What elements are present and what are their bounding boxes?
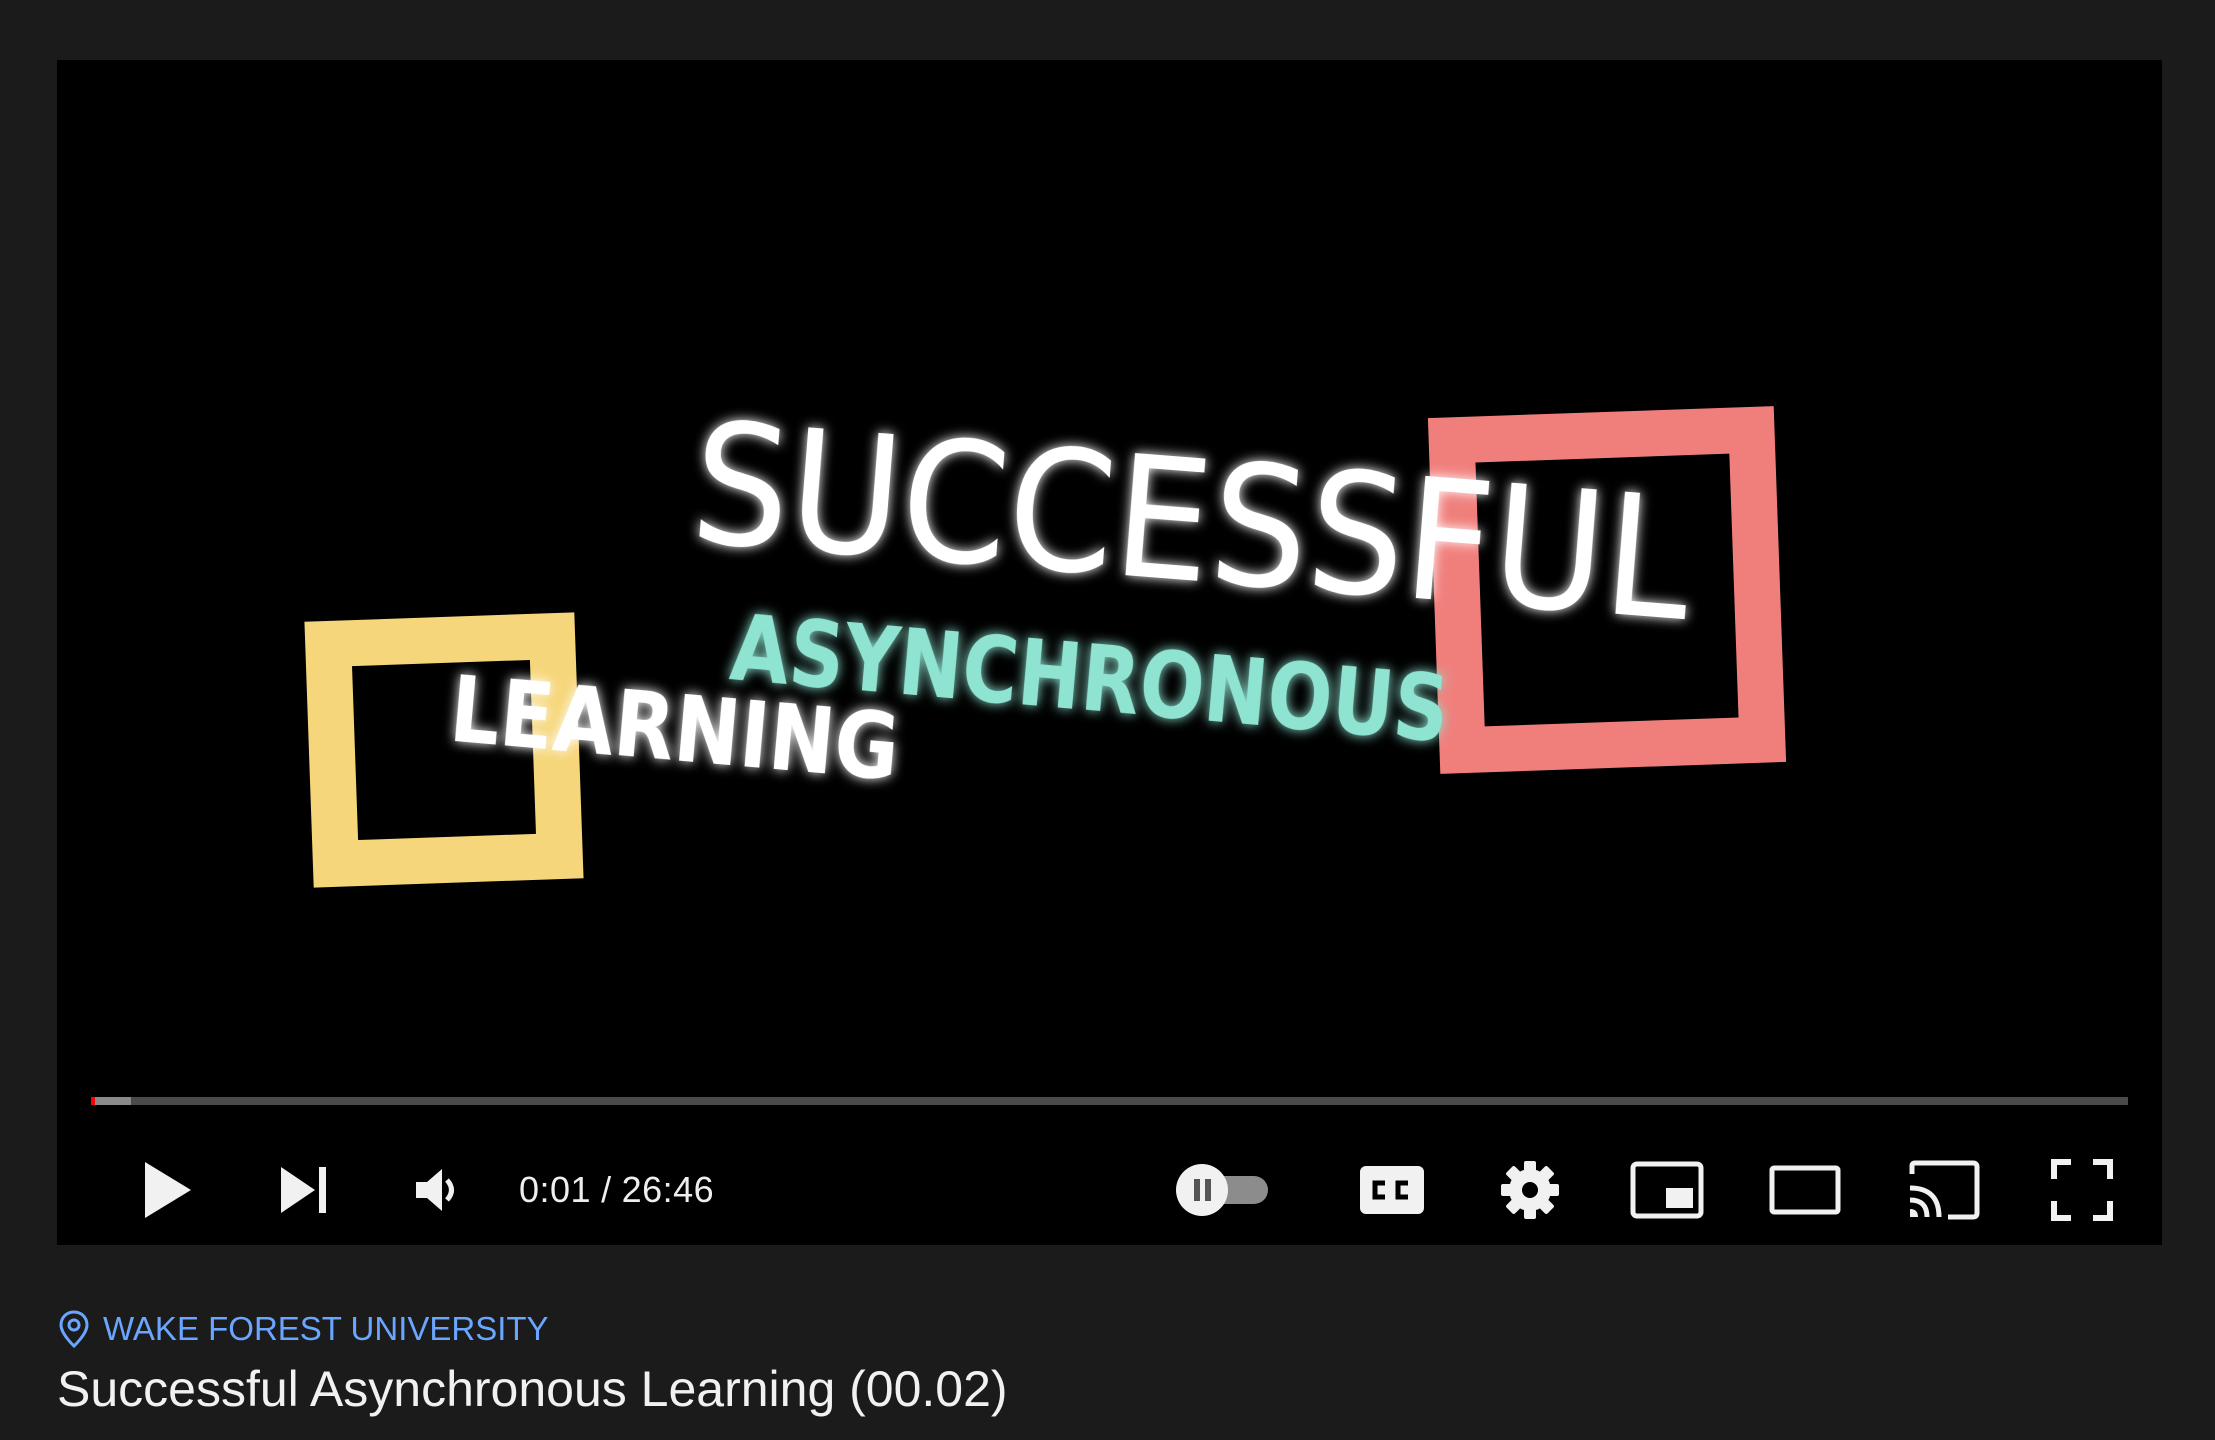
- video-info: WAKE FOREST UNIVERSITY Successful Asynch…: [57, 1300, 2157, 1418]
- settings-button[interactable]: [1485, 1150, 1575, 1230]
- miniplayer-icon: [1630, 1161, 1704, 1219]
- duration: 26:46: [621, 1169, 715, 1210]
- theater-icon: [1769, 1165, 1841, 1215]
- volume-button[interactable]: [397, 1150, 477, 1230]
- captions-icon: [1360, 1166, 1424, 1214]
- location-link[interactable]: WAKE FOREST UNIVERSITY: [57, 1300, 2157, 1358]
- gear-icon: [1501, 1161, 1559, 1219]
- location-pin-icon: [59, 1310, 89, 1349]
- next-icon: [281, 1167, 326, 1213]
- video-player[interactable]: SUCCESSFUL ASYNCHRONOUS LEARNING 0:01 / …: [57, 60, 2162, 1245]
- play-icon: [145, 1162, 191, 1218]
- autoplay-toggle-icon: [1176, 1164, 1268, 1216]
- player-controls: 0:01 / 26:46: [57, 1150, 2162, 1230]
- title-card-graphic: SUCCESSFUL ASYNCHRONOUS LEARNING: [304, 385, 1787, 888]
- next-button[interactable]: [265, 1150, 345, 1230]
- theater-mode-button[interactable]: [1755, 1150, 1855, 1230]
- progress-bar[interactable]: [91, 1097, 2128, 1105]
- video-title: Successful Asynchronous Learning (00.02): [57, 1361, 1008, 1417]
- cast-button[interactable]: [1893, 1150, 1993, 1230]
- location-label[interactable]: WAKE FOREST UNIVERSITY: [103, 1310, 549, 1348]
- fullscreen-icon: [2051, 1159, 2113, 1221]
- progress-buffered: [95, 1097, 131, 1105]
- time-display: 0:01 / 26:46: [519, 1150, 714, 1230]
- fullscreen-button[interactable]: [2032, 1150, 2132, 1230]
- time-separator: /: [601, 1169, 612, 1210]
- video-frame: SUCCESSFUL ASYNCHRONOUS LEARNING: [57, 60, 2162, 1120]
- current-time: 0:01: [519, 1169, 592, 1210]
- play-button[interactable]: [127, 1150, 207, 1230]
- volume-icon: [416, 1169, 454, 1211]
- captions-button[interactable]: [1347, 1150, 1437, 1230]
- miniplayer-button[interactable]: [1617, 1150, 1717, 1230]
- cast-icon: [1909, 1160, 1980, 1220]
- autoplay-toggle[interactable]: [1167, 1150, 1277, 1230]
